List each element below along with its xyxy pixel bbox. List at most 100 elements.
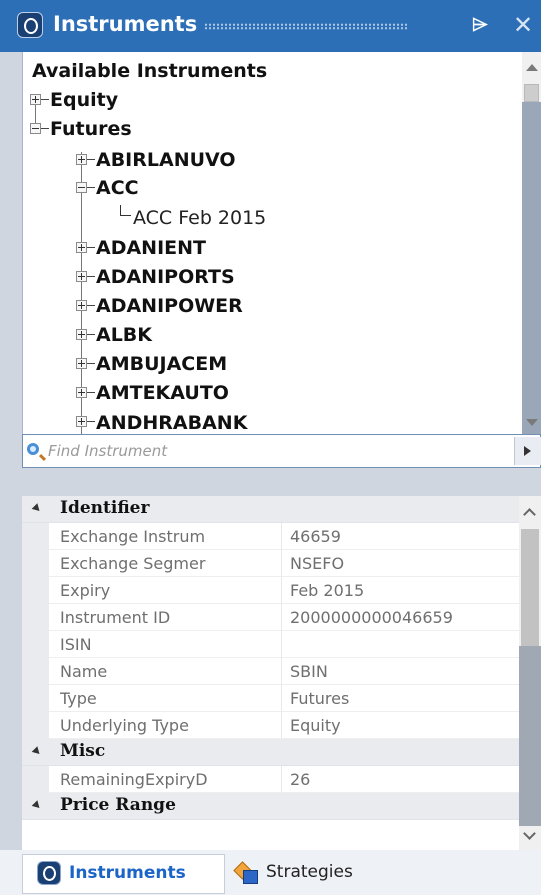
scrollbar-track[interactable] bbox=[522, 102, 541, 462]
property-grid-scrollbar[interactable] bbox=[519, 496, 541, 850]
search-go-button[interactable] bbox=[514, 437, 541, 465]
tab-label: Instruments bbox=[69, 863, 186, 883]
expand-icon[interactable] bbox=[76, 416, 87, 427]
tab-instruments[interactable]: Instruments bbox=[22, 854, 225, 894]
scroll-down-icon[interactable] bbox=[523, 827, 536, 840]
expand-icon[interactable] bbox=[76, 387, 87, 398]
instruments-icon bbox=[37, 861, 61, 885]
tree-node-adaniports[interactable]: ADANIPORTS bbox=[96, 266, 235, 288]
property-value[interactable]: 2000000000046659 bbox=[290, 608, 519, 627]
collapse-icon[interactable] bbox=[30, 123, 41, 134]
property-value[interactable]: NSEFO bbox=[290, 554, 519, 573]
scrollbar-thumb[interactable] bbox=[521, 529, 539, 646]
tree-scrollbar[interactable] bbox=[522, 52, 541, 462]
tree-connector bbox=[41, 99, 49, 100]
collapse-triangle-icon[interactable] bbox=[31, 800, 43, 811]
tree-connector bbox=[87, 392, 95, 393]
collapse-triangle-icon[interactable] bbox=[31, 746, 43, 757]
property-row[interactable]: Expiry Feb 2015 bbox=[22, 577, 519, 604]
tree-node-adanipower[interactable]: ADANIPOWER bbox=[96, 295, 243, 317]
expand-icon[interactable] bbox=[76, 271, 87, 282]
property-row[interactable]: Underlying Type Equity bbox=[22, 712, 519, 739]
find-instrument-input[interactable]: Find Instrument bbox=[48, 442, 167, 460]
scroll-down-icon[interactable] bbox=[526, 419, 538, 426]
tree-node-albk[interactable]: ALBK bbox=[96, 324, 152, 346]
property-name: Instrument ID bbox=[60, 608, 171, 627]
panel-title: Instruments bbox=[53, 12, 198, 36]
scrollbar-thumb[interactable] bbox=[524, 84, 539, 102]
property-value[interactable]: Feb 2015 bbox=[290, 581, 519, 600]
tab-strip: Instruments Strategies bbox=[0, 850, 541, 895]
tab-label: Strategies bbox=[266, 862, 353, 882]
tree-node-ambujacem[interactable]: AMBUJACEM bbox=[96, 353, 227, 375]
tree-connector bbox=[120, 205, 131, 216]
strategies-icon bbox=[234, 860, 258, 884]
property-value[interactable]: Futures bbox=[290, 689, 519, 708]
property-name: RemainingExpiryD bbox=[60, 770, 208, 789]
tree-connector bbox=[87, 334, 95, 335]
search-icon bbox=[27, 443, 39, 455]
property-value[interactable]: Equity bbox=[290, 716, 519, 735]
collapse-icon[interactable] bbox=[76, 182, 87, 193]
property-name: Type bbox=[60, 689, 97, 708]
collapse-triangle-icon[interactable] bbox=[31, 503, 43, 514]
tree-node-equity[interactable]: Equity bbox=[50, 89, 118, 111]
property-row[interactable]: Type Futures bbox=[22, 685, 519, 712]
tree-connector bbox=[87, 247, 95, 248]
property-row[interactable]: Name SBIN bbox=[22, 658, 519, 685]
scrollbar-track[interactable] bbox=[519, 646, 541, 826]
drag-grip[interactable] bbox=[204, 23, 408, 30]
tree-connector bbox=[87, 421, 95, 422]
tree-node-acc[interactable]: ACC bbox=[96, 177, 139, 199]
tree-connector bbox=[87, 276, 95, 277]
tree-connector bbox=[87, 187, 95, 188]
category-identifier[interactable]: Identifier bbox=[22, 496, 519, 523]
expand-icon[interactable] bbox=[76, 300, 87, 311]
close-icon[interactable]: ✕ bbox=[513, 11, 533, 39]
property-row[interactable]: Exchange Instrum 46659 bbox=[22, 523, 519, 550]
property-row[interactable]: RemainingExpiryD 26 bbox=[22, 766, 519, 793]
property-name: Name bbox=[60, 662, 108, 681]
property-row[interactable]: Instrument ID 2000000000046659 bbox=[22, 604, 519, 631]
pin-icon[interactable]: ⌲ bbox=[472, 12, 488, 36]
scroll-up-icon[interactable] bbox=[523, 508, 536, 521]
tree-node-andhrabank[interactable]: ANDHRABANK bbox=[96, 412, 247, 434]
tree-connector bbox=[87, 363, 95, 364]
tree-node-futures[interactable]: Futures bbox=[50, 118, 132, 140]
property-row[interactable]: ISIN bbox=[22, 631, 519, 658]
property-name: Exchange Segmer bbox=[60, 554, 206, 573]
tree-node-amtekauto[interactable]: AMTEKAUTO bbox=[96, 382, 229, 404]
expand-icon[interactable] bbox=[76, 154, 87, 165]
category-label: Misc bbox=[60, 741, 106, 761]
expand-icon[interactable] bbox=[76, 329, 87, 340]
property-name: Underlying Type bbox=[60, 716, 189, 735]
tree-leaf-acc-feb-2015[interactable]: ACC Feb 2015 bbox=[133, 207, 266, 229]
category-price-range[interactable]: Price Range bbox=[22, 793, 519, 820]
property-name: ISIN bbox=[60, 635, 92, 654]
tab-strategies[interactable]: Strategies bbox=[226, 854, 386, 892]
find-instrument-box[interactable]: Find Instrument bbox=[22, 434, 541, 468]
panel-title-bar[interactable]: Instruments ⌲ ✕ bbox=[0, 0, 541, 52]
property-name: Exchange Instrum bbox=[60, 527, 206, 546]
expand-icon[interactable] bbox=[76, 358, 87, 369]
property-name: Expiry bbox=[60, 581, 111, 600]
property-value[interactable]: 46659 bbox=[290, 527, 519, 546]
tree-connector bbox=[87, 305, 95, 306]
tree-node-abirlanuvo[interactable]: ABIRLANUVO bbox=[96, 149, 236, 171]
category-label: Identifier bbox=[60, 498, 150, 518]
expand-icon[interactable] bbox=[76, 242, 87, 253]
instrument-tree[interactable]: Available Instruments Equity Futures ABI… bbox=[22, 52, 522, 434]
expand-icon[interactable] bbox=[30, 94, 41, 105]
property-value[interactable]: SBIN bbox=[290, 662, 519, 681]
scroll-up-icon[interactable] bbox=[526, 64, 538, 71]
property-value[interactable]: 26 bbox=[290, 770, 519, 789]
tree-connector bbox=[41, 128, 49, 129]
property-grid: Identifier Exchange Instrum 46659 Exchan… bbox=[22, 496, 519, 850]
panel-splitter[interactable] bbox=[22, 468, 541, 496]
tree-node-adanient[interactable]: ADANIENT bbox=[96, 237, 206, 259]
category-label: Price Range bbox=[60, 795, 176, 815]
property-row[interactable]: Exchange Segmer NSEFO bbox=[22, 550, 519, 577]
tree-root-label: Available Instruments bbox=[32, 60, 268, 82]
category-misc[interactable]: Misc bbox=[22, 739, 519, 766]
instruments-icon bbox=[17, 12, 43, 38]
